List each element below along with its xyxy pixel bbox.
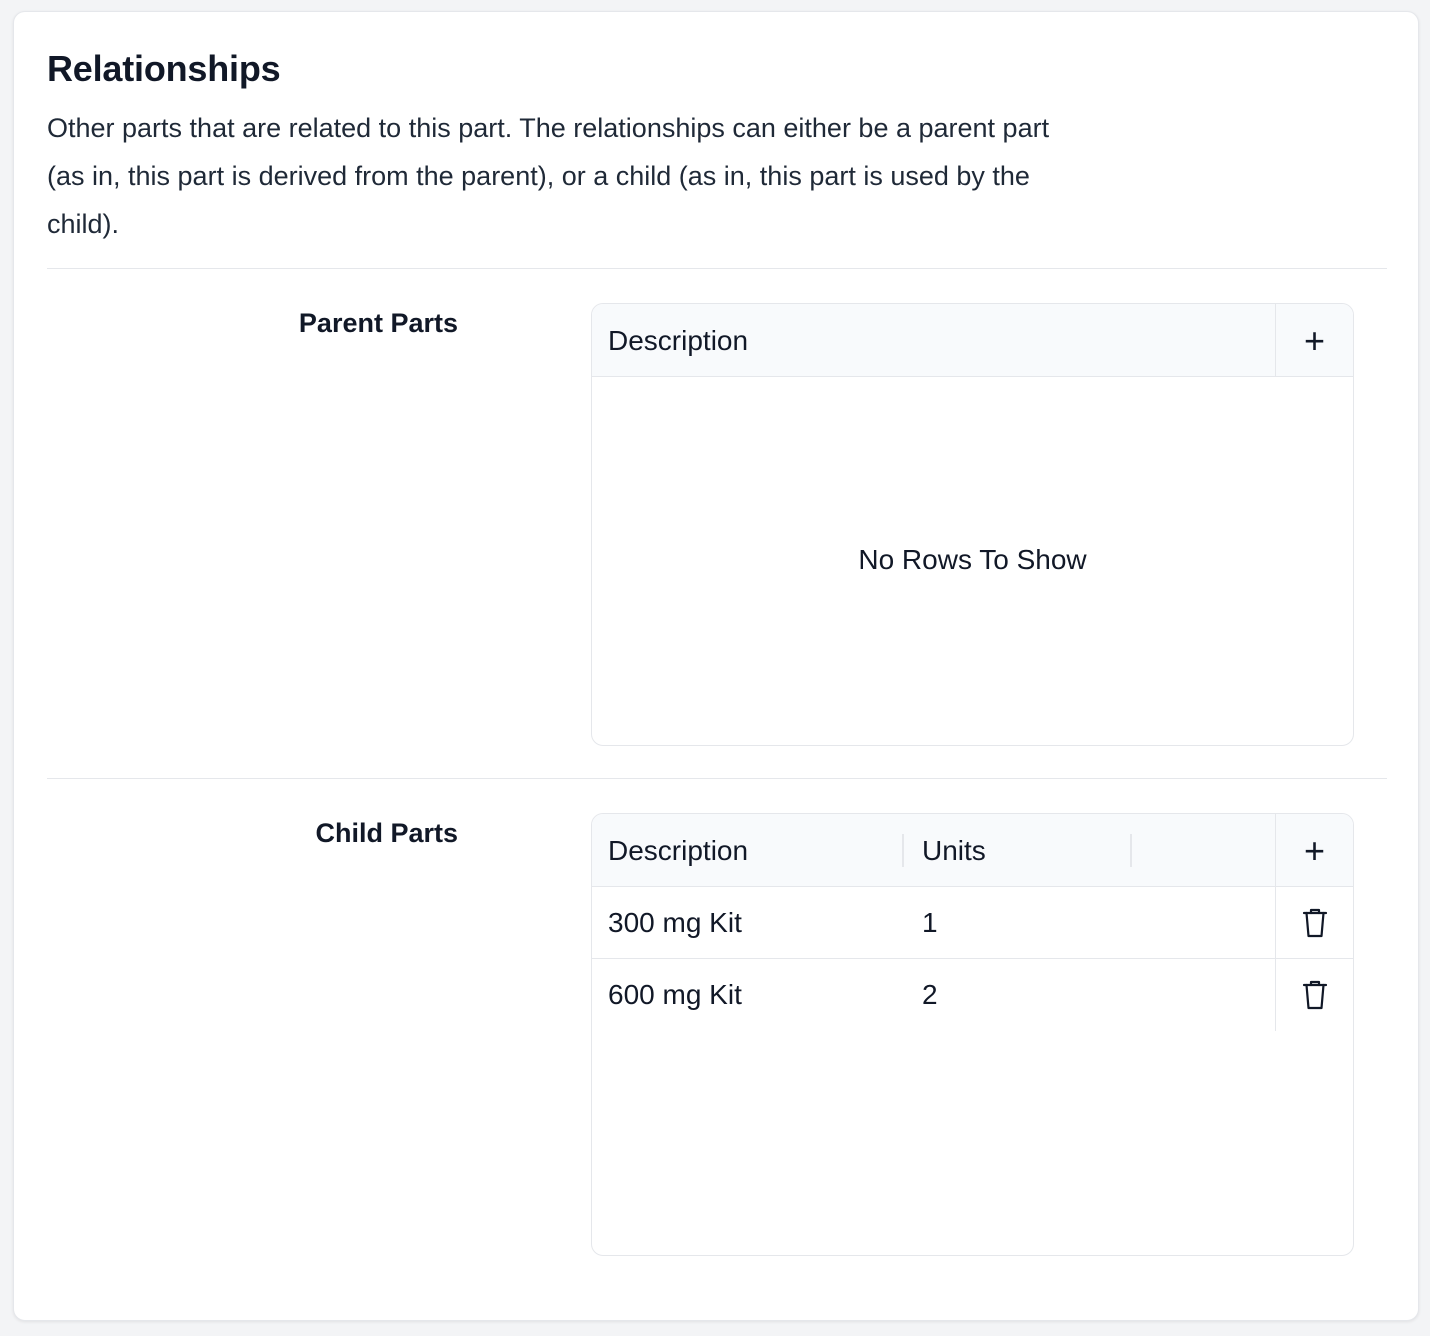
child-parts-header: Description Units + <box>592 814 1353 887</box>
add-parent-part-button[interactable]: + <box>1275 304 1353 377</box>
table-row[interactable]: 600 mg Kit 2 <box>592 959 1353 1031</box>
column-resize-handle[interactable] <box>1130 834 1132 867</box>
section-title: Relationships <box>47 48 281 89</box>
table-row[interactable]: 300 mg Kit 1 <box>592 887 1353 959</box>
plus-icon: + <box>1303 829 1326 871</box>
parent-parts-grid: Description + No Rows To Show <box>591 303 1354 746</box>
section-description: Other parts that are related to this par… <box>47 113 1050 239</box>
empty-message: No Rows To Show <box>858 544 1087 575</box>
parent-parts-label: Parent Parts <box>298 308 458 338</box>
relationships-card: Relationships Other parts that are relat… <box>13 11 1419 1321</box>
divider <box>47 268 1387 269</box>
add-child-part-button[interactable]: + <box>1275 814 1353 887</box>
column-header-description[interactable]: Description <box>608 814 748 887</box>
column-header-units[interactable]: Units <box>922 814 986 887</box>
column-resize-handle[interactable] <box>902 834 904 867</box>
cell-units[interactable]: 2 <box>922 959 938 1031</box>
divider <box>47 778 1387 779</box>
plus-icon: + <box>1303 319 1326 361</box>
column-header-description[interactable]: Description <box>608 304 748 377</box>
cell-units[interactable]: 1 <box>922 887 938 959</box>
trash-icon <box>1302 980 1327 1010</box>
trash-icon <box>1302 908 1327 938</box>
child-parts-label: Child Parts <box>315 818 458 848</box>
delete-row-button[interactable] <box>1275 959 1353 1031</box>
delete-row-button[interactable] <box>1275 887 1353 959</box>
cell-description[interactable]: 600 mg Kit <box>608 959 742 1031</box>
cell-description[interactable]: 300 mg Kit <box>608 887 742 959</box>
child-parts-grid: Description Units + 300 mg Kit 1 600 mg … <box>591 813 1354 1256</box>
parent-parts-header: Description + <box>592 304 1353 377</box>
